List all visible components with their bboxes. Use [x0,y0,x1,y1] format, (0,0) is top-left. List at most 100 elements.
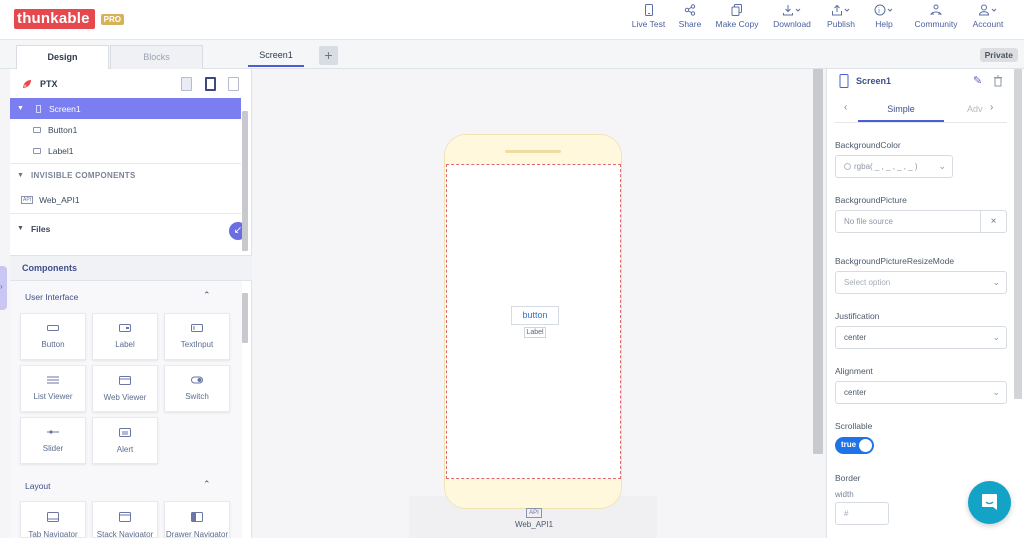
clear-picture-button[interactable]: × [980,210,1007,233]
stack-navigator-icon [119,512,131,522]
left-panel: PTX ▼ Screen1 Button1 Label1 ▼ INVISIBLE… [10,69,252,538]
collapse-caret-icon: ▼ [17,105,24,112]
phone-preview: button Label [444,134,622,509]
support-chat-button[interactable] [968,481,1011,524]
canvas-label[interactable]: Label [524,327,546,338]
thunkable-logo[interactable]: thunkable PRO [14,9,124,29]
justification-label: Justification [835,311,880,321]
resize-mode-label: BackgroundPictureResizeMode [835,256,955,266]
project-logo-icon [23,80,31,88]
section-label: Files [30,223,51,234]
tree-scrollbar[interactable] [242,111,248,251]
alignment-select[interactable]: center ⌄ [835,381,1007,404]
tab-scroll-left[interactable]: ‹ [844,102,847,113]
components-title: Components [22,263,77,273]
tree-item-button1[interactable]: Button1 [10,119,241,140]
chevron-down-icon: ⌄ [992,277,1000,287]
scrollable-label: Scrollable [835,421,873,431]
screen-icon [35,104,41,113]
properties-panel: Screen1 ✎ ‹ Simple Adv › BackgroundColor… [826,69,1024,538]
tab-simple[interactable]: Simple [858,98,944,122]
expand-panel-handle[interactable]: › [0,266,7,310]
phone-status-area [445,135,621,165]
invisible-components-header[interactable]: ▼ INVISIBLE COMPONENTS [10,165,241,186]
collapse-chevron-icon[interactable]: ⌃ [203,290,211,301]
tab-blocks[interactable]: Blocks [110,45,203,69]
divider [10,213,241,214]
components-scrollbar[interactable] [242,293,248,343]
border-width-input[interactable]: # [835,502,889,525]
component-tab-navigator[interactable]: Tab Navigator [20,501,86,538]
api-icon: API [526,508,542,518]
background-color-label: BackgroundColor [835,140,901,150]
tab-scroll-right[interactable]: › [990,102,993,113]
chevron-down-icon: ⌄ [992,332,1000,342]
divider [835,122,1007,123]
tree-item-label: Screen1 [48,103,81,114]
publish-button[interactable]: Publish [822,4,860,29]
component-button[interactable]: Button [20,313,86,360]
component-stack-navigator[interactable]: Stack Navigator [92,501,158,538]
list-icon [47,376,59,384]
tab-screen1[interactable]: Screen1 [248,45,304,67]
web-api-tray-item[interactable]: API Web_API1 [509,506,559,529]
device-tablet-icon[interactable] [181,77,192,91]
download-icon [783,5,801,16]
tab-advanced[interactable]: Adv [967,98,987,122]
alert-icon [119,428,131,437]
background-color-picker[interactable]: rgba( _ , _ , _ , _ ) ⌄ [835,155,953,178]
download-button[interactable]: Download [768,4,816,29]
properties-title: Screen1 [856,76,892,86]
drawer-navigator-icon [191,512,203,522]
component-alert[interactable]: Alert [92,417,158,464]
button-icon [33,126,41,133]
tree-item-screen1[interactable]: ▼ Screen1 [10,98,241,119]
canvas-button[interactable]: button [511,306,559,325]
layout-category[interactable]: Layout [25,481,51,491]
resize-mode-select[interactable]: Select option ⌄ [835,271,1007,294]
label-icon [33,147,41,154]
files-header[interactable]: ▼ Files [10,218,241,239]
color-swatch-icon [844,163,851,171]
phone-speaker [505,150,561,153]
component-slider[interactable]: Slider [20,417,86,464]
phone-icon [839,74,849,88]
scrollable-toggle[interactable]: true [835,437,874,454]
phone-bottom-area [445,478,621,508]
privacy-badge[interactable]: Private [979,48,1018,62]
share-icon [684,4,696,16]
chevron-right-icon: › [0,282,3,291]
tree-item-label: Label1 [48,145,74,156]
edit-name-icon[interactable]: ✎ [973,74,982,87]
switch-icon [191,376,203,384]
user-interface-category[interactable]: User Interface [25,292,78,302]
live-test-button[interactable]: Live Test [626,4,671,29]
tab-design[interactable]: Design [16,45,109,69]
properties-scrollbar[interactable] [1014,69,1022,399]
help-button[interactable]: i Help [870,4,898,29]
section-label: INVISIBLE COMPONENTS [30,171,136,180]
component-textinput[interactable]: TextInput [164,313,230,360]
community-icon [930,4,942,16]
make-copy-button[interactable]: Make Copy [712,4,762,29]
tree-item-label: Web_API1 [39,194,80,205]
community-button[interactable]: Community [908,4,964,29]
justification-select[interactable]: center ⌄ [835,326,1007,349]
component-web-viewer[interactable]: Web Viewer [92,365,158,412]
component-label[interactable]: Label [92,313,158,360]
collapse-chevron-icon[interactable]: ⌃ [203,479,211,490]
component-drawer-navigator[interactable]: Drawer Navigator [164,501,230,538]
device-phone-icon[interactable] [205,77,216,91]
tree-item-web-api1[interactable]: API Web_API1 [10,189,241,210]
add-screen-button[interactable]: + [319,46,338,65]
canvas-scrollbar[interactable] [813,69,823,454]
delete-icon[interactable] [993,75,1003,87]
component-switch[interactable]: Switch [164,365,230,412]
account-button[interactable]: Account [968,4,1008,29]
background-picture-field[interactable]: No file source [835,210,981,233]
component-list-viewer[interactable]: List Viewer [20,365,86,412]
share-button[interactable]: Share [675,4,705,29]
tree-item-label1[interactable]: Label1 [10,140,241,161]
device-other-icon[interactable] [228,77,239,91]
screen1-canvas[interactable]: button Label [446,164,621,479]
